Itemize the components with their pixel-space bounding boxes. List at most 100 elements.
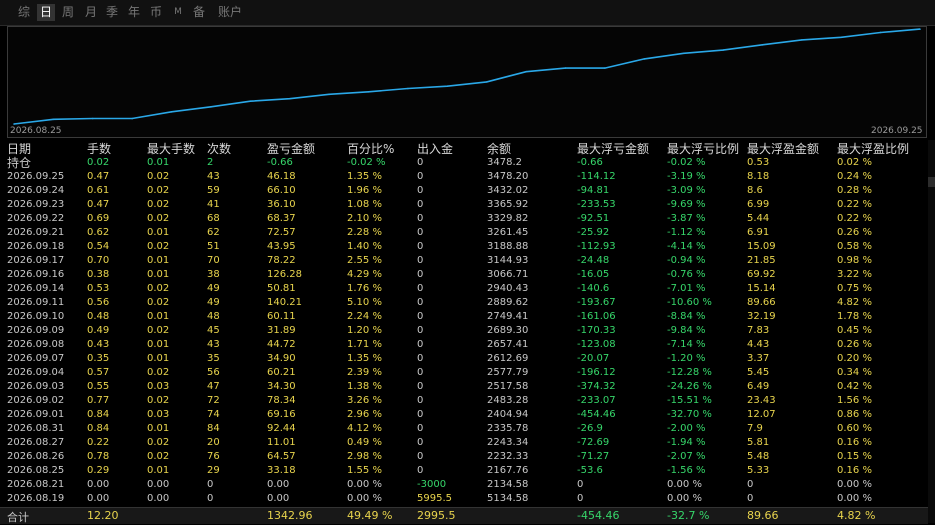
table-row[interactable]: 2026.09.21 0.62 0.01 62 72.57 2.28 % 0 3261.45 -… bbox=[0, 226, 928, 240]
table-row[interactable]: 2026.09.14 0.53 0.02 49 50.81 1.76 % 0 2940.43 -… bbox=[0, 282, 928, 296]
tab-2[interactable]: 周 bbox=[59, 4, 77, 21]
balance-point bbox=[52, 118, 55, 121]
table-row[interactable]: 2026.09.18 0.54 0.02 51 43.95 1.40 % 0 3188.88 -… bbox=[0, 240, 928, 254]
value-cell: 0.69 bbox=[87, 213, 110, 224]
value-cell: -12.28 % bbox=[667, 367, 712, 378]
value-cell: 3365.92 bbox=[487, 199, 529, 210]
tab-1[interactable]: 日 bbox=[37, 4, 55, 21]
value-cell: 2689.30 bbox=[487, 325, 529, 336]
table-row[interactable]: 2026.09.09 0.49 0.02 45 31.89 1.20 % 0 2689.30 -… bbox=[0, 324, 928, 338]
table-row[interactable]: 2026.08.21 0.00 0.00 0 0.00 0.00 % -3000 2134.5… bbox=[0, 478, 928, 492]
value-cell: -1.94 % bbox=[667, 437, 706, 448]
value-cell: 0.00 % bbox=[667, 493, 702, 504]
table-row[interactable]: 2026.08.19 0.00 0.00 0 0.00 0.00 % 5995.5 5134.… bbox=[0, 492, 928, 506]
value-cell: 31.89 bbox=[267, 325, 296, 336]
value-cell: -454.46 bbox=[577, 409, 616, 420]
tab-7[interactable]: M bbox=[172, 4, 184, 21]
header-cell[interactable]: 盈亏金额 bbox=[267, 140, 315, 157]
value-cell: 0 bbox=[577, 493, 584, 504]
table-row[interactable]: 2026.08.31 0.84 0.01 84 92.44 4.12 % 0 2335.78 -… bbox=[0, 422, 928, 436]
tab-5[interactable]: 年 bbox=[125, 4, 143, 21]
table-row[interactable]: 2026.09.22 0.69 0.02 68 68.37 2.10 % 0 3329.82 -… bbox=[0, 212, 928, 226]
header-cell[interactable]: 次数 bbox=[207, 140, 231, 157]
table-row[interactable]: 2026.09.10 0.48 0.01 48 60.11 2.24 % 0 2749.41 -… bbox=[0, 310, 928, 324]
value-cell: 0.20 % bbox=[837, 353, 872, 364]
value-cell: 3261.45 bbox=[487, 227, 529, 238]
tab-4[interactable]: 季 bbox=[103, 4, 121, 21]
value-cell: 0 bbox=[417, 437, 424, 448]
value-cell: 1.71 % bbox=[347, 339, 382, 350]
balance-point bbox=[840, 36, 843, 39]
value-cell: 60.11 bbox=[267, 311, 296, 322]
date-cell: 2026.09.07 bbox=[7, 353, 65, 364]
table-row[interactable]: 2026.09.08 0.43 0.01 43 44.72 1.71 % 0 2657.41 -… bbox=[0, 338, 928, 352]
header-cell[interactable]: 百分比% bbox=[347, 140, 394, 157]
balance-point bbox=[485, 81, 488, 83]
value-cell: 92.44 bbox=[267, 423, 296, 434]
value-cell: 2232.33 bbox=[487, 451, 529, 462]
value-cell: 72 bbox=[207, 395, 220, 406]
header-cell[interactable]: 日期 bbox=[7, 140, 31, 157]
value-cell: 0.22 bbox=[87, 437, 110, 448]
tab-6[interactable]: 币 bbox=[147, 4, 165, 21]
table-row[interactable]: 2026.09.16 0.38 0.01 38 126.28 4.29 % 0 3066.71… bbox=[0, 268, 928, 282]
table-row[interactable]: 2026.09.17 0.70 0.01 70 78.22 2.55 % 0 3144.93 -… bbox=[0, 254, 928, 268]
table-row[interactable]: 2026.09.11 0.56 0.02 49 140.21 5.10 % 0 2889.62… bbox=[0, 296, 928, 310]
total-row: 合计 12.20 1342.96 49.49 % 2995.5 -454.46 -32.7 … bbox=[0, 507, 928, 524]
table-row[interactable]: 2026.09.04 0.57 0.02 56 60.21 2.39 % 0 2577.79 -… bbox=[0, 366, 928, 380]
value-cell: 21.85 bbox=[747, 255, 776, 266]
value-cell: -15.51 % bbox=[667, 395, 712, 406]
date-cell: 2026.09.17 bbox=[7, 255, 65, 266]
table-row[interactable]: 2026.09.24 0.61 0.02 59 66.10 1.96 % 0 3432.02 -… bbox=[0, 184, 928, 198]
value-cell: 0 bbox=[417, 283, 424, 294]
table-row[interactable]: 2026.08.26 0.78 0.02 76 64.57 2.98 % 0 2232.33 -… bbox=[0, 450, 928, 464]
header-cell[interactable]: 手数 bbox=[87, 140, 111, 157]
header-cell[interactable]: 出入金 bbox=[417, 140, 453, 157]
value-cell: 5.81 bbox=[747, 437, 770, 448]
value-cell: 3188.88 bbox=[487, 241, 529, 252]
total-value: 2995.5 bbox=[417, 509, 456, 522]
scrollbar-thumb[interactable] bbox=[928, 177, 935, 187]
value-cell: 0.60 % bbox=[837, 423, 872, 434]
date-cell: 2026.09.14 bbox=[7, 283, 65, 294]
value-cell: 2134.58 bbox=[487, 479, 529, 490]
position-row[interactable]: 持仓 0.02 0.01 2 -0.66 -0.02 % 0 3478.2 -0.66 -0.02… bbox=[0, 156, 928, 170]
value-cell: -193.67 bbox=[577, 297, 616, 308]
value-cell: 7.83 bbox=[747, 325, 770, 336]
value-cell: 0.02 bbox=[147, 367, 170, 378]
value-cell: 3.37 bbox=[747, 353, 770, 364]
value-cell: 0.34 % bbox=[837, 367, 872, 378]
value-cell: 41 bbox=[207, 199, 220, 210]
header-cell[interactable]: 最大浮盈比例 bbox=[837, 140, 909, 157]
table-row[interactable]: 2026.09.25 0.47 0.02 43 46.18 1.35 % 0 3478.20 -… bbox=[0, 170, 928, 184]
tab-9[interactable]: 账户 bbox=[214, 4, 246, 21]
table-row[interactable]: 2026.09.02 0.77 0.02 72 78.34 3.26 % 0 2483.28 -… bbox=[0, 394, 928, 408]
value-cell: 1.76 % bbox=[347, 283, 382, 294]
total-value: -454.46 bbox=[577, 509, 620, 522]
value-cell: 43.95 bbox=[267, 241, 296, 252]
header-cell[interactable]: 最大浮亏比例 bbox=[667, 140, 739, 157]
value-cell: 3329.82 bbox=[487, 213, 529, 224]
date-cell: 2026.09.08 bbox=[7, 339, 65, 350]
header-cell[interactable]: 最大手数 bbox=[147, 140, 195, 157]
table-row[interactable]: 2026.09.07 0.35 0.01 35 34.90 1.35 % 0 2612.69 -… bbox=[0, 352, 928, 366]
date-cell: 2026.09.04 bbox=[7, 367, 65, 378]
table-row[interactable]: 2026.09.01 0.84 0.03 74 69.16 2.96 % 0 2404.94 -… bbox=[0, 408, 928, 422]
value-cell: 0 bbox=[417, 241, 424, 252]
value-cell: 12.07 bbox=[747, 409, 776, 420]
tab-0[interactable]: 综 bbox=[14, 4, 34, 21]
balance-point bbox=[367, 90, 370, 93]
table-row[interactable]: 2026.09.23 0.47 0.02 41 36.10 1.08 % 0 3365.92 -… bbox=[0, 198, 928, 212]
header-cell[interactable]: 最大浮盈金额 bbox=[747, 140, 819, 157]
balance-series-line bbox=[13, 28, 921, 125]
tab-3[interactable]: 月 bbox=[82, 4, 100, 21]
table-row[interactable]: 2026.08.25 0.29 0.01 29 33.18 1.55 % 0 2167.76 -… bbox=[0, 464, 928, 478]
table-row[interactable]: 2026.08.27 0.22 0.02 20 11.01 0.49 % 0 2243.34 -… bbox=[0, 436, 928, 450]
table-row[interactable]: 2026.09.03 0.55 0.03 47 34.30 1.38 % 0 2517.58 -… bbox=[0, 380, 928, 394]
value-cell: 0 bbox=[747, 479, 754, 490]
header-cell[interactable]: 余额 bbox=[487, 140, 511, 157]
header-cell[interactable]: 最大浮亏金额 bbox=[577, 140, 649, 157]
table-scrollbar[interactable] bbox=[928, 140, 935, 523]
tab-8[interactable]: 备 bbox=[190, 4, 208, 21]
value-cell: 34.90 bbox=[267, 353, 296, 364]
